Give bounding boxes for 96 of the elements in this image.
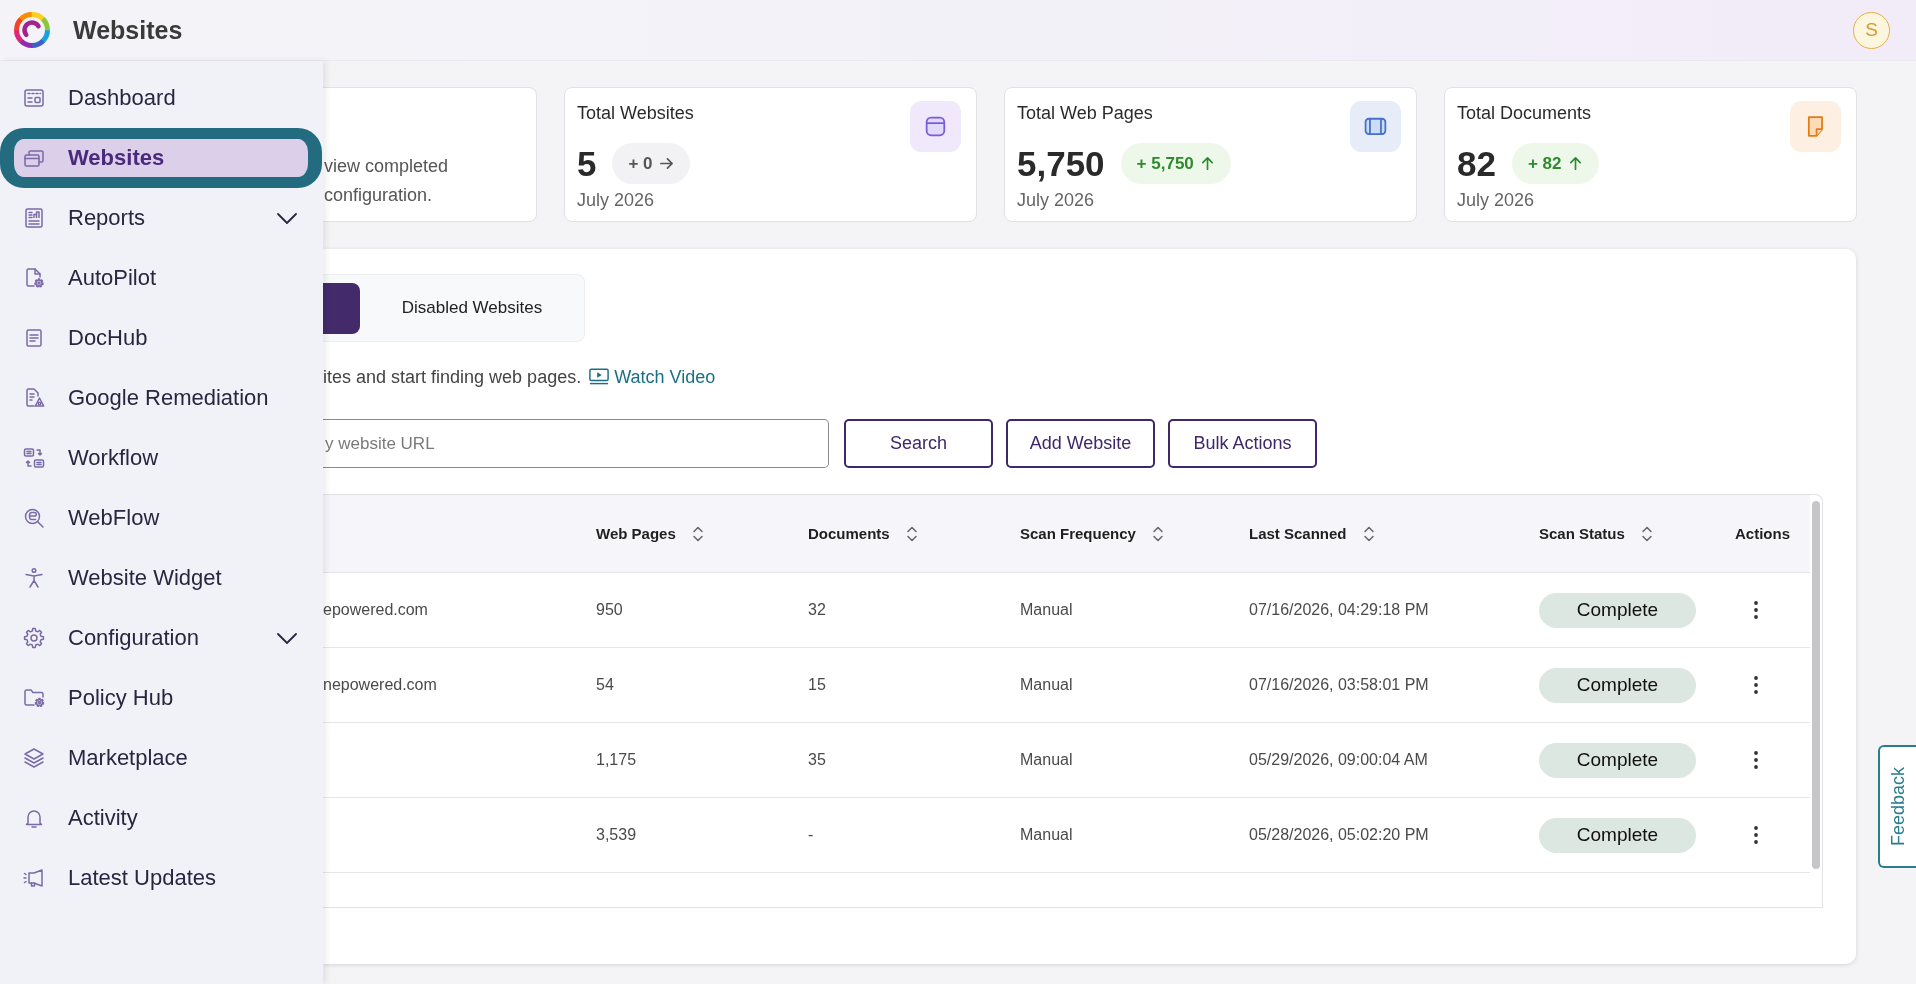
change-value: + 82 [1527,153,1562,174]
nav-item[interactable]: Google Remediation [0,368,322,428]
table-cell: 07/16/2026, 03:58:01 PM [1249,676,1429,693]
table-cell: 54 [596,676,614,693]
column-header: Documents [808,525,890,542]
nav-item[interactable]: Reports [0,188,322,248]
report-icon [22,206,46,230]
document-icon [1790,101,1841,152]
nav-item[interactable]: Configuration [0,608,322,668]
column-header: Actions [1735,525,1790,542]
nav-item[interactable]: Latest Updates [0,848,322,908]
person-icon [22,566,46,590]
search-button[interactable]: Search [844,419,993,468]
sort-icon[interactable] [1151,524,1164,543]
stat-value: 5 [577,143,597,184]
stat-value: 5,750 [1017,143,1105,184]
more-actions-button[interactable] [1752,674,1760,696]
table-cell: epowered.com [323,601,428,618]
sort-icon[interactable] [1362,524,1375,543]
table-cell: Manual [1020,751,1073,768]
nav-item[interactable]: Marketplace [0,728,322,788]
folder-gear-icon [22,686,46,710]
gear-icon [22,626,46,650]
nav-item[interactable]: Website Widget [0,548,322,608]
ring-logo-icon [12,10,52,50]
vertical-dots-icon [1754,600,1758,620]
scrollbar[interactable] [1812,501,1820,869]
magnifier-icon [22,506,46,530]
table-cell: 1,175 [596,751,637,768]
watch-video-link[interactable]: Watch Video [586,367,716,387]
intro-text: view completed configuration. [324,155,450,207]
more-actions-button[interactable] [1752,749,1760,771]
stat-title: Total Documents [1457,102,1593,125]
flow-icon [22,446,46,470]
status-pill: Complete [1539,817,1696,853]
page-title: Websites [73,15,183,45]
nav-item[interactable]: AutoPilot [0,248,322,308]
nav-item[interactable]: Policy Hub [0,668,322,728]
nav-item[interactable]: Workflow [0,428,322,488]
table-cell: 950 [596,601,623,618]
tab[interactable]: Disabled Websites [360,282,584,334]
table-cell: nepowered.com [323,676,437,693]
more-actions-button[interactable] [1752,824,1760,846]
panel-icon [1350,101,1401,152]
column-header: Last Scanned [1249,525,1347,542]
arrow-right-icon [658,156,674,171]
bulk-actions-button[interactable]: Bulk Actions [1168,419,1317,468]
video-play-icon [589,368,610,385]
arrow-up-icon [1199,156,1215,171]
table-cell: 15 [808,676,826,693]
feedback-button[interactable]: Feedback [1878,745,1916,868]
stat-title: Total Websites [577,102,695,125]
nav-item[interactable]: DocHub [0,308,322,368]
stat-value: 82 [1457,143,1496,184]
arrow-up-icon [1567,156,1583,171]
sort-icon[interactable] [905,524,918,543]
status-pill: Complete [1539,742,1696,778]
helper-text: ites and start finding web pages. Watch Video [323,366,717,389]
table-cell: 32 [808,601,826,618]
table-cell: 05/29/2026, 09:00:04 AM [1249,751,1428,768]
layers-icon [22,746,46,770]
table-cell: 3,539 [596,826,637,843]
add-website-button[interactable]: Add Website [1006,419,1155,468]
sort-icon[interactable] [1640,524,1653,543]
window-icon [910,101,961,152]
nav-item[interactable]: Websites [0,128,322,188]
table-cell: 07/16/2026, 04:29:18 PM [1249,601,1429,618]
table-cell: Manual [1020,676,1073,693]
more-actions-button[interactable] [1752,599,1760,621]
table-cell: - [808,826,814,843]
column-header: Scan Frequency [1020,525,1136,542]
vertical-dots-icon [1754,675,1758,695]
sort-icon[interactable] [691,524,704,543]
column-header: Web Pages [596,525,676,542]
layout-icon [22,86,46,110]
table-cell: Manual [1020,826,1073,843]
nav-item[interactable]: WebFlow [0,488,322,548]
stat-period: July 2026 [577,190,656,210]
stat-period: July 2026 [1017,190,1096,210]
table-cell: Manual [1020,601,1073,618]
stat-title: Total Web Pages [1017,102,1154,125]
megaphone-icon [22,866,46,890]
change-value: + 0 [628,153,653,174]
column-header: Scan Status [1539,525,1625,542]
status-pill: Complete [1539,592,1696,628]
status-pill: Complete [1539,667,1696,703]
nav-item[interactable]: Activity [0,788,322,848]
vertical-dots-icon [1754,825,1758,845]
nav-item[interactable]: Dashboard [0,68,322,128]
table-cell: 35 [808,751,826,768]
search-field[interactable]: y website URL [323,419,829,468]
tab[interactable] [323,282,360,334]
vertical-dots-icon [1754,750,1758,770]
change-value: + 5,750 [1136,153,1194,174]
table-cell: 05/28/2026, 05:02:20 PM [1249,826,1429,843]
stat-period: July 2026 [1457,190,1536,210]
